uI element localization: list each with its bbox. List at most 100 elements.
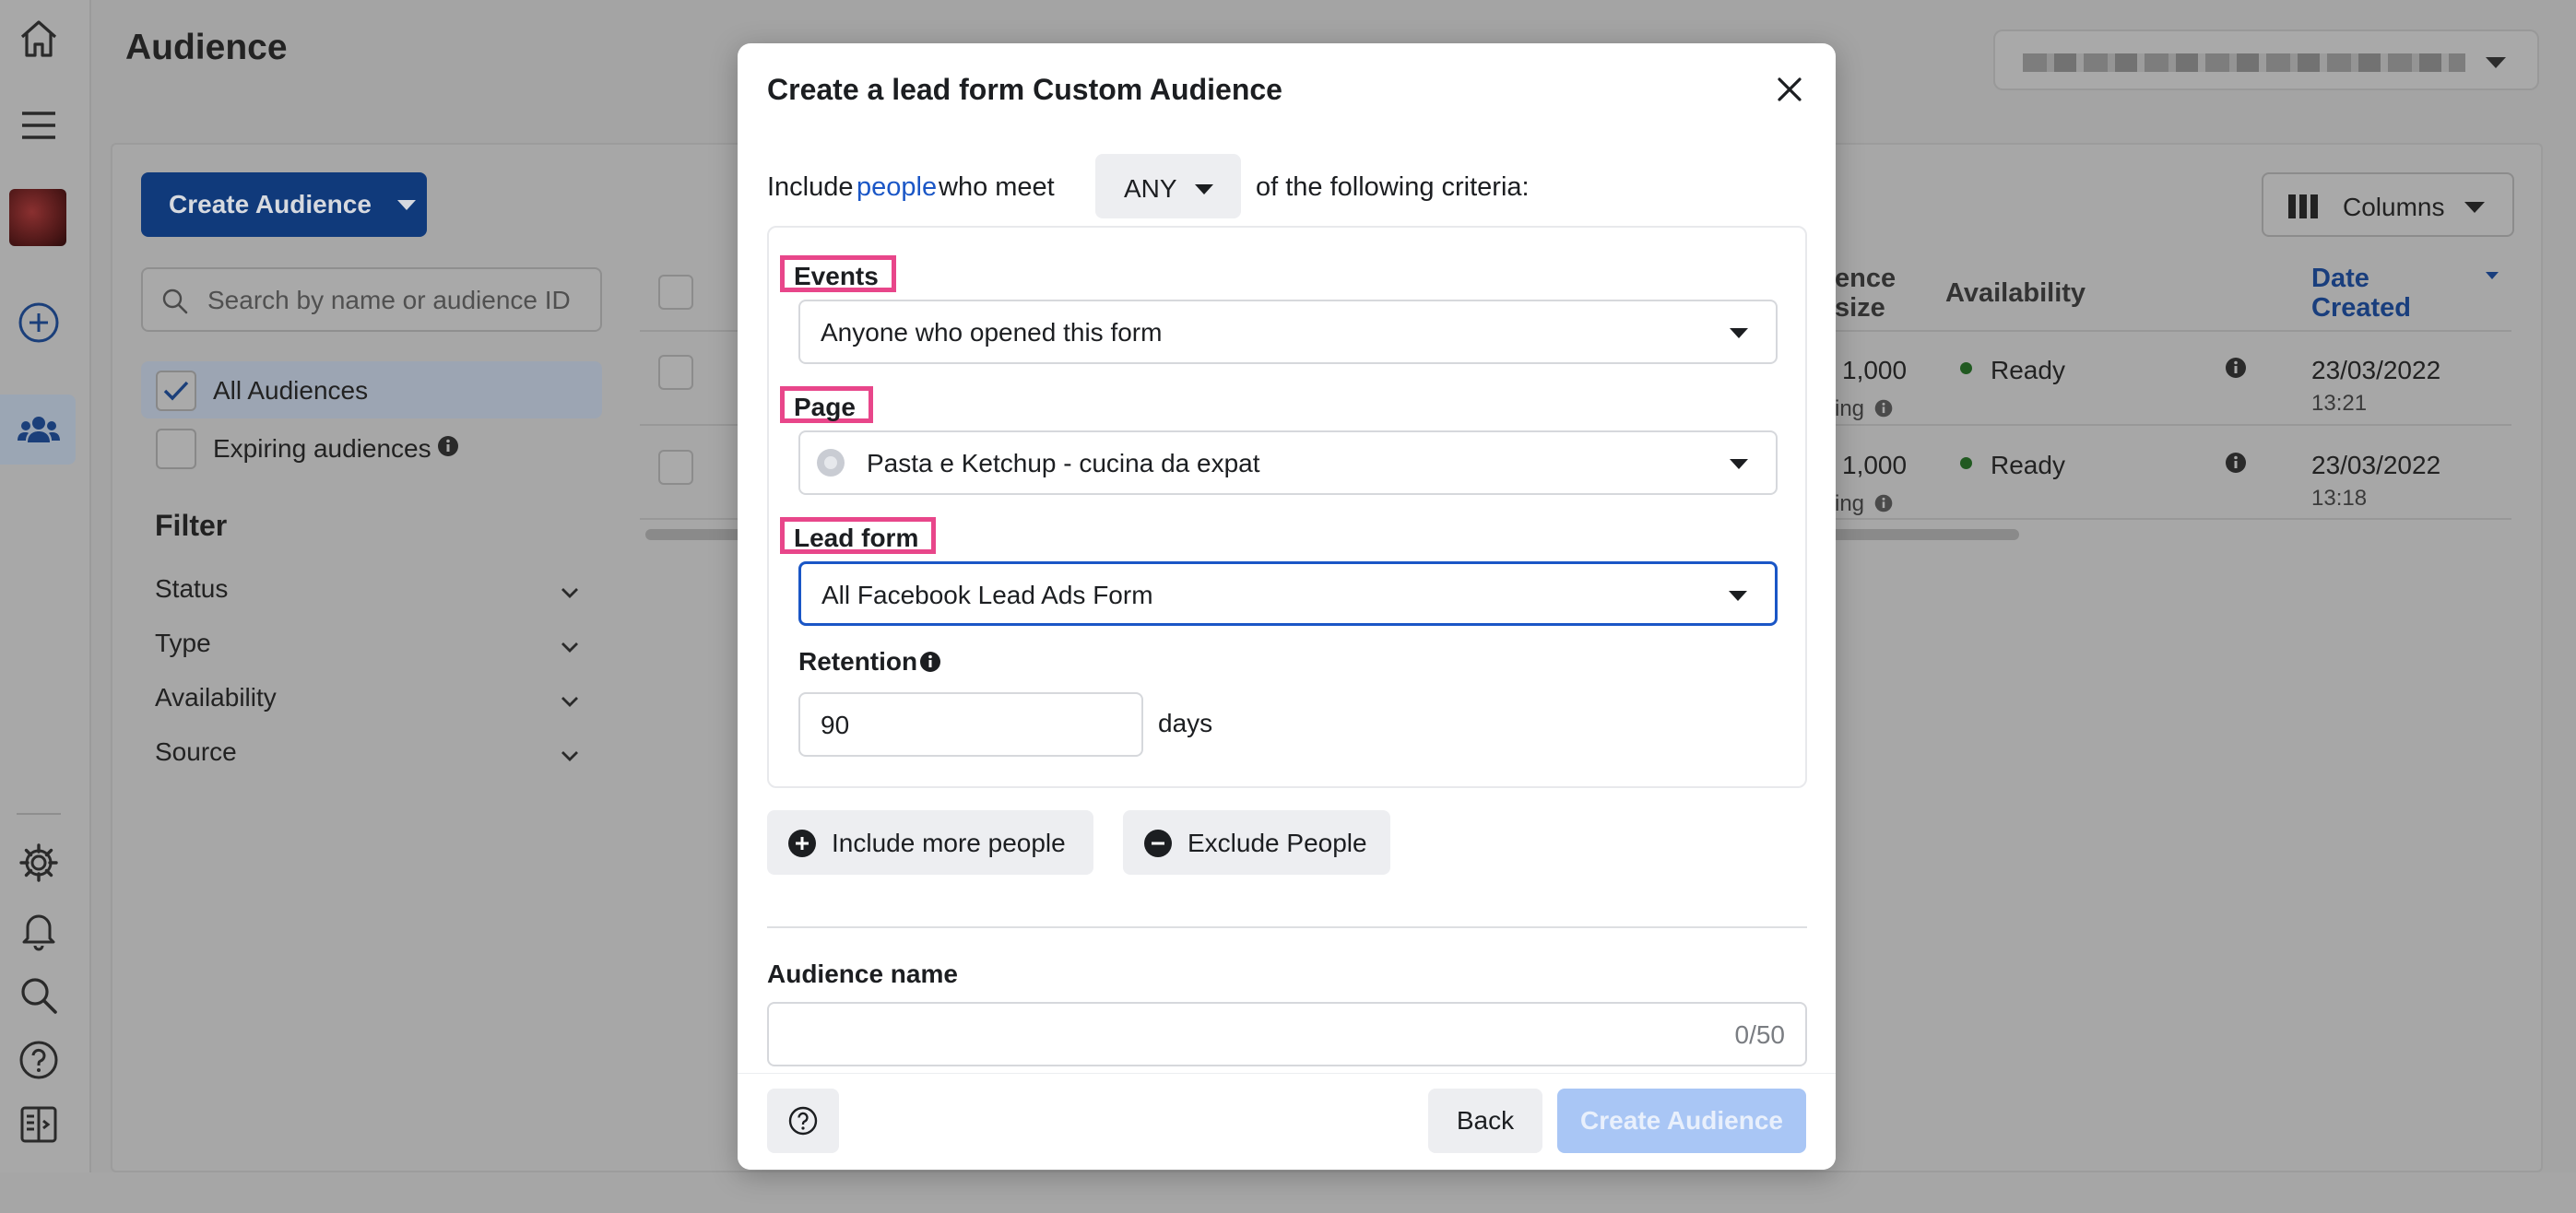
create-audience-submit-button[interactable]: Create Audience [1557,1089,1806,1153]
rail-divider [17,813,61,815]
exclude-people-button[interactable]: Exclude People [1123,810,1390,875]
help-icon[interactable] [17,1038,61,1082]
criteria-suffix: of the following criteria: [1256,172,1530,202]
include-more-label: Include more people [832,829,1066,857]
filter-row-label: Source [155,737,237,766]
audience-name-label: Audience name [767,960,958,988]
column-header-audience-size[interactable]: ence size [1835,264,1896,323]
checkbox-checked[interactable] [156,371,196,411]
caret-down-icon [396,199,416,210]
select-all-checkbox[interactable] [658,275,693,310]
add-circle-icon[interactable] [17,300,61,345]
columns-icon [2287,193,2319,220]
column-header-availability[interactable]: Availability [1945,278,2086,308]
filter-source[interactable]: Source [155,737,588,774]
audience-name-input[interactable]: 0/50 [767,1002,1807,1066]
panel-toggle-icon[interactable] [17,1102,61,1147]
plus-circle-icon [787,829,817,858]
create-audience-label: Create Audience [169,190,372,218]
events-label: Events [780,255,896,292]
filter-availability[interactable]: Availability [155,683,588,720]
info-icon[interactable] [2224,451,2248,475]
retention-label: Retention [798,647,918,676]
caret-down-icon [2486,57,2506,68]
events-dropdown[interactable]: Anyone who opened this form [798,300,1778,364]
menu-icon[interactable] [17,103,61,147]
info-icon[interactable] [1873,398,1894,418]
page-label: Page [780,386,873,423]
caret-down-icon [2464,202,2485,213]
include-more-people-button[interactable]: Include more people [767,810,1093,875]
time-created: 13:21 [2311,391,2368,416]
avatar[interactable] [9,189,66,246]
chevron-down-icon [559,636,581,658]
minus-circle-icon [1143,829,1173,858]
filter-title: Filter [155,509,228,542]
size-note: ing [1835,396,1865,421]
date-created: 23/03/2022 [2311,451,2441,479]
search-icon [161,288,189,315]
section-divider [767,926,1807,928]
chevron-down-icon [559,582,581,604]
audience-search-input[interactable]: Search by name or audience ID [141,267,602,332]
exclude-label: Exclude People [1188,829,1367,857]
people-link[interactable]: people [857,172,937,203]
column-header-date-created[interactable]: Date Created [2311,264,2411,323]
info-icon[interactable] [1873,493,1894,513]
retention-days-input[interactable]: 90 [798,692,1143,757]
help-icon [787,1105,819,1136]
filter-label: All Audiences [213,376,369,405]
gear-icon[interactable] [17,841,61,885]
chevron-down-icon [559,745,581,767]
home-icon[interactable] [17,17,61,61]
row-checkbox[interactable] [658,450,693,485]
create-audience-button[interactable]: Create Audience [141,172,427,237]
inclusion-rule-box: Events Anyone who opened this form Page … [767,226,1807,788]
bell-icon[interactable] [17,907,61,951]
header-line: Created [2311,293,2411,323]
bottom-strip [0,1172,2576,1213]
availability-status: Ready [1991,451,2065,479]
sort-desc-icon[interactable] [2484,269,2500,282]
ad-account-select[interactable] [1993,29,2539,90]
columns-button[interactable]: Columns [2262,172,2514,237]
page-dropdown[interactable]: Pasta e Ketchup - cucina da expat [798,430,1778,495]
match-any-select[interactable]: ANY [1095,154,1241,218]
header-line: size [1835,293,1885,323]
date-created: 23/03/2022 [2311,356,2441,384]
close-icon [1771,71,1808,108]
row-checkbox[interactable] [658,355,693,390]
criteria-sentence: Include people who meet ANY of the follo… [767,154,1597,218]
header-line: ence [1835,264,1897,293]
criteria-mid: who meet [939,172,1055,202]
info-icon[interactable] [2224,356,2248,380]
caret-down-icon [1730,459,1748,469]
audience-size: 1,000 [1842,451,1908,479]
search-icon[interactable] [17,973,61,1018]
availability-status: Ready [1991,356,2065,384]
audience-size: 1,000 [1842,356,1908,384]
filter-all-audiences[interactable]: All Audiences [141,361,602,418]
left-nav-rail [0,0,91,1172]
filter-expiring-audiences[interactable]: Expiring audiences [141,419,602,477]
checkbox[interactable] [156,429,196,469]
help-button[interactable] [767,1089,839,1153]
criteria-prefix: Include [767,172,854,202]
lead-form-dropdown[interactable]: All Facebook Lead Ads Form [798,561,1778,626]
filter-type[interactable]: Type [155,629,588,665]
caret-down-icon [1729,591,1747,601]
filter-row-label: Status [155,574,229,603]
filter-row-label: Availability [155,683,277,712]
time-created: 13:18 [2311,486,2368,511]
status-dot-ready [1960,362,1972,374]
close-button[interactable] [1771,71,1808,108]
info-icon[interactable] [918,650,942,674]
filter-row-label: Type [155,629,211,657]
info-icon[interactable] [436,434,460,458]
search-placeholder: Search by name or audience ID [207,286,571,314]
back-button[interactable]: Back [1428,1089,1542,1153]
audiences-icon[interactable] [17,407,61,452]
filter-status[interactable]: Status [155,574,588,611]
blurred-account-name [2023,53,2465,72]
header-line: Date [2311,264,2369,293]
